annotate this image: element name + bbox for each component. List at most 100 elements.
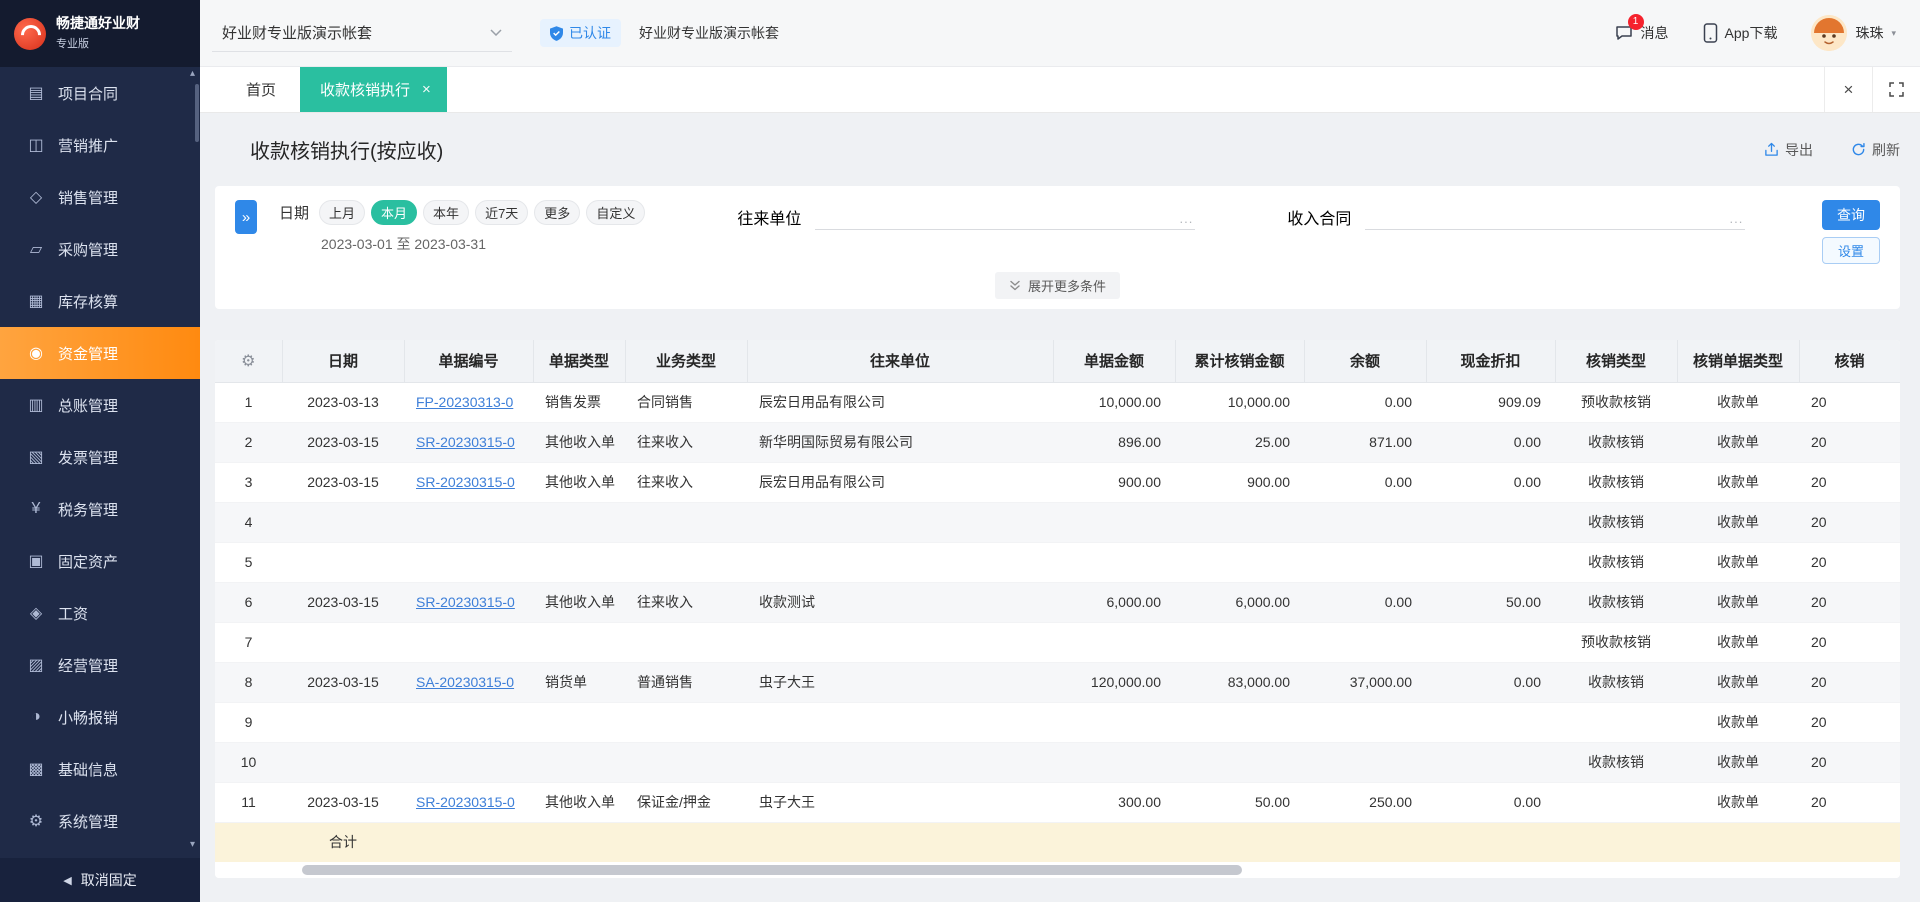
table-row[interactable]: 9收款单20 (215, 702, 1900, 742)
doc-no-link[interactable]: SR-20230315-0 (416, 794, 515, 810)
sidebar-item-label: 固定资产 (58, 551, 118, 572)
cell-wo_more: 20 (1799, 422, 1900, 462)
table-row[interactable]: 32023-03-15SR-20230315-0其他收入单往来收入辰宏日用品有限… (215, 462, 1900, 502)
refresh-button[interactable]: 刷新 (1851, 140, 1900, 160)
unpin-button[interactable]: ◀ 取消固定 (0, 858, 200, 902)
cell-wo_type: 收款核销 (1555, 462, 1677, 502)
cell-doc_type: 其他收入单 (533, 782, 625, 822)
col-header-9[interactable]: 核销类型 (1555, 340, 1677, 382)
gear-icon[interactable]: ⚙ (241, 353, 255, 370)
inventory-icon: ▦ (26, 291, 46, 311)
table-row[interactable]: 12023-03-13FP-20230313-0销售发票合同销售辰宏日用品有限公… (215, 382, 1900, 422)
sidebar-item-0[interactable]: ▤项目合同 (0, 67, 200, 119)
col-header-6[interactable]: 累计核销金额 (1175, 340, 1304, 382)
table-row[interactable]: 7预收款核销收款单20 (215, 622, 1900, 662)
cell-balance: 250.00 (1304, 782, 1426, 822)
sidebar-item-13[interactable]: ▩基础信息 (0, 743, 200, 795)
col-header-3[interactable]: 业务类型 (625, 340, 747, 382)
partner-picker-icon[interactable]: ... (1180, 211, 1194, 226)
col-header-7[interactable]: 余额 (1304, 340, 1426, 382)
messages-count-badge: 1 (1628, 14, 1644, 30)
sidebar-item-7[interactable]: ▧发票管理 (0, 431, 200, 483)
table-row[interactable]: 10收款核销收款单20 (215, 742, 1900, 782)
col-header-4[interactable]: 往来单位 (747, 340, 1053, 382)
col-header-5[interactable]: 单据金额 (1053, 340, 1175, 382)
col-header-10[interactable]: 核销单据类型 (1677, 340, 1799, 382)
contract-input[interactable]: ... (1365, 204, 1745, 230)
table-row[interactable]: 112023-03-15SR-20230315-0其他收入单保证金/押金虫子大王… (215, 782, 1900, 822)
date-option-2[interactable]: 本年 (423, 200, 469, 225)
search-button[interactable]: 查询 (1822, 200, 1880, 230)
sidebar-item-3[interactable]: ▱采购管理 (0, 223, 200, 275)
collapse-filter-button[interactable]: » (235, 200, 257, 234)
cell-written_off: 83,000.00 (1175, 662, 1304, 702)
table-row[interactable]: 22023-03-15SR-20230315-0其他收入单往来收入新华明国际贸易… (215, 422, 1900, 462)
table-row[interactable]: 4收款核销收款单20 (215, 502, 1900, 542)
partner-input[interactable]: ... (815, 204, 1195, 230)
sidebar-item-4[interactable]: ▦库存核算 (0, 275, 200, 327)
menu-scroll-up-icon[interactable]: ▴ (190, 69, 195, 79)
sidebar-item-9[interactable]: ▣固定资产 (0, 535, 200, 587)
col-header-2[interactable]: 单据类型 (533, 340, 625, 382)
doc-no-link[interactable]: SR-20230315-0 (416, 474, 515, 490)
cell-discount: 0.00 (1426, 662, 1555, 702)
export-button[interactable]: 导出 (1764, 140, 1813, 160)
horizontal-scrollbar-thumb[interactable] (302, 865, 1242, 875)
sidebar-item-11[interactable]: ▨经营管理 (0, 639, 200, 691)
cell-biz_type: 往来收入 (625, 422, 747, 462)
cell-balance: 37,000.00 (1304, 662, 1426, 702)
date-range[interactable]: 2023-03-01 至 2023-03-31 (321, 234, 645, 254)
certified-label: 已认证 (569, 23, 611, 43)
close-all-tabs-icon[interactable]: × (1824, 67, 1872, 112)
tab-active[interactable]: 收款核销执行 × (300, 67, 447, 112)
account-selector[interactable]: 好业财专业版演示帐套 (212, 14, 512, 52)
topbar-right: 1 消息 App下载 珠珠 ▾ (1614, 15, 1896, 51)
cell-written_off: 50.00 (1175, 782, 1304, 822)
sidebar-scrollbar[interactable] (195, 84, 199, 142)
date-option-0[interactable]: 上月 (319, 200, 365, 225)
expand-more-button[interactable]: 展开更多条件 (995, 272, 1120, 299)
sidebar-item-10[interactable]: ◈工资 (0, 587, 200, 639)
sidebar-item-8[interactable]: ¥税务管理 (0, 483, 200, 535)
doc-no-link[interactable]: SA-20230315-0 (416, 674, 514, 690)
messages-button[interactable]: 1 消息 (1614, 23, 1669, 43)
user-menu[interactable]: 珠珠 ▾ (1811, 15, 1896, 51)
sidebar-item-5[interactable]: ◉资金管理 (0, 327, 200, 379)
tab-close-icon[interactable]: × (422, 81, 431, 98)
sidebar-item-6[interactable]: ▥总账管理 (0, 379, 200, 431)
menu-scroll-down-icon[interactable]: ▾ (190, 840, 195, 850)
settings-button[interactable]: 设置 (1822, 237, 1880, 264)
date-option-4[interactable]: 更多 (534, 200, 580, 225)
app-download-button[interactable]: App下载 (1703, 23, 1778, 43)
table-row[interactable]: 5收款核销收款单20 (215, 542, 1900, 582)
sidebar-item-12[interactable]: ◑小畅报销 (0, 691, 200, 743)
tab-home[interactable]: 首页 (222, 67, 300, 112)
doc-no-link[interactable]: SR-20230315-0 (416, 434, 515, 450)
cell-doc_type (533, 502, 625, 542)
sidebar-item-label: 基础信息 (58, 759, 118, 780)
date-option-3[interactable]: 近7天 (475, 200, 528, 225)
table-row[interactable]: 62023-03-15SR-20230315-0其他收入单往来收入收款测试6,0… (215, 582, 1900, 622)
sidebar-item-14[interactable]: ⚙系统管理 (0, 795, 200, 847)
date-option-1[interactable]: 本月 (371, 200, 417, 225)
fullscreen-icon[interactable] (1872, 67, 1920, 112)
sidebar-item-2[interactable]: ◇销售管理 (0, 171, 200, 223)
cell-partner (747, 742, 1053, 782)
table-row[interactable]: 82023-03-15SA-20230315-0销货单普通销售虫子大王120,0… (215, 662, 1900, 702)
col-header-11[interactable]: 核销 (1799, 340, 1900, 382)
table-header-row: ⚙ 日期单据编号单据类型业务类型往来单位单据金额累计核销金额余额现金折扣核销类型… (215, 340, 1900, 382)
tab-active-label: 收款核销执行 (320, 79, 410, 100)
doc-no-link[interactable]: SR-20230315-0 (416, 594, 515, 610)
contract-picker-icon[interactable]: ... (1730, 211, 1744, 226)
date-option-5[interactable]: 自定义 (586, 200, 645, 225)
sidebar-item-1[interactable]: ◫营销推广 (0, 119, 200, 171)
doc-no-link[interactable]: FP-20230313-0 (416, 394, 513, 410)
col-header-0[interactable]: 日期 (282, 340, 404, 382)
col-header-8[interactable]: 现金折扣 (1426, 340, 1555, 382)
filter-row: » 日期 上月本月本年近7天更多自定义 2023-03-01 至 2023-03… (235, 200, 1880, 264)
cell-wo_more: 20 (1799, 662, 1900, 702)
horizontal-scrollbar[interactable] (215, 862, 1900, 878)
cell-biz_type: 保证金/押金 (625, 782, 747, 822)
cell-biz_type (625, 622, 747, 662)
col-header-1[interactable]: 单据编号 (404, 340, 533, 382)
